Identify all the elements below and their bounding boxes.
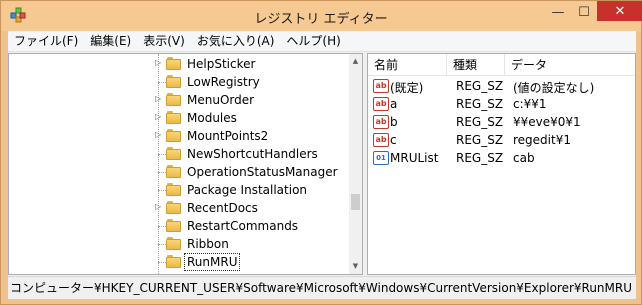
- scroll-up-icon[interactable]: ▲: [349, 54, 362, 69]
- scroll-down-icon[interactable]: ▼: [349, 259, 362, 274]
- value-name: (既定): [390, 81, 424, 95]
- regedit-window: レジストリ エディター — ☐ ✕ ファイル(F) 編集(E) 表示(V) お気…: [0, 0, 642, 305]
- key-tree-pane[interactable]: ▷ HelpSticker LowRegistry ▷ MenuOrder ▷ Module…: [8, 53, 363, 275]
- tree-item[interactable]: RunMRU: [9, 253, 349, 271]
- tree-guide-line: [158, 154, 166, 155]
- tree-item[interactable]: ▷ HelpSticker: [9, 55, 349, 73]
- folder-icon: [166, 237, 182, 250]
- tree-guide-line: [158, 82, 166, 83]
- folder-icon: [166, 219, 182, 232]
- value-data: regedit¥1: [513, 133, 571, 147]
- value-data: cab: [513, 151, 535, 165]
- string-value-icon: ab: [373, 115, 389, 129]
- tree-item[interactable]: OperationStatusManager: [9, 163, 349, 181]
- menu-help[interactable]: ヘルプ(H): [280, 31, 346, 52]
- maximize-button[interactable]: ☐: [571, 2, 597, 22]
- key-tree: ▷ HelpSticker LowRegistry ▷ MenuOrder ▷ Module…: [9, 54, 349, 274]
- menu-favorites[interactable]: お気に入り(A): [191, 31, 281, 52]
- value-data: c:¥¥1: [513, 97, 547, 111]
- binary-value-icon: 01: [373, 151, 389, 165]
- value-row[interactable]: 01 MRUList REG_SZ cab: [368, 149, 635, 168]
- value-data: ¥¥eve¥0¥1: [513, 115, 581, 129]
- folder-icon: [166, 147, 182, 160]
- tree-guide-line: [158, 244, 166, 245]
- value-row[interactable]: ab (既定) REG_SZ (値の設定なし): [368, 77, 635, 96]
- value-type: REG_SZ: [456, 97, 504, 111]
- tree-item-label: RestartCommands: [187, 219, 299, 233]
- tree-guide-line: [158, 226, 166, 227]
- tree-item-label: RunMRU: [184, 253, 241, 271]
- tree-item[interactable]: ▷ MountPoints2: [9, 127, 349, 145]
- title-bar[interactable]: レジストリ エディター — ☐ ✕: [1, 1, 642, 31]
- value-name: MRUList: [390, 151, 439, 165]
- tree-item-label: NewShortcutHandlers: [187, 147, 318, 161]
- tree-item-label: HelpSticker: [187, 57, 256, 71]
- menu-bar: ファイル(F) 編集(E) 表示(V) お気に入り(A) ヘルプ(H): [8, 31, 636, 52]
- expand-arrow-icon[interactable]: ▷: [155, 94, 161, 103]
- scroll-thumb[interactable]: [351, 194, 360, 210]
- folder-icon: [166, 111, 182, 124]
- value-row[interactable]: ab b REG_SZ ¥¥eve¥0¥1: [368, 113, 635, 132]
- tree-item-label: MenuOrder: [187, 93, 255, 107]
- tree-item[interactable]: RestartCommands: [9, 217, 349, 235]
- tree-item-label: OperationStatusManager: [187, 165, 338, 179]
- expand-arrow-icon[interactable]: ▷: [155, 58, 161, 67]
- tree-guide-line: [158, 190, 166, 191]
- string-value-icon: ab: [373, 79, 389, 93]
- tree-item[interactable]: Package Installation: [9, 181, 349, 199]
- tree-item[interactable]: ▷ Modules: [9, 109, 349, 127]
- tree-item[interactable]: ▷ MenuOrder: [9, 91, 349, 109]
- column-name-header[interactable]: 名前: [368, 54, 446, 76]
- tree-item-label: LowRegistry: [187, 75, 260, 89]
- folder-icon: [166, 201, 182, 214]
- tree-item[interactable]: Ribbon: [9, 235, 349, 253]
- tree-item[interactable]: ▷ RecentDocs: [9, 199, 349, 217]
- folder-icon: [166, 165, 182, 178]
- menu-edit[interactable]: 編集(E): [84, 31, 137, 52]
- folder-icon: [166, 129, 182, 142]
- folder-icon: [166, 75, 182, 88]
- value-name: c: [390, 133, 397, 147]
- tree-item[interactable]: LowRegistry: [9, 73, 349, 91]
- client-area: ファイル(F) 編集(E) 表示(V) お気に入り(A) ヘルプ(H) ▷ Hel…: [8, 31, 636, 299]
- status-bar-path: コンピューター¥HKEY_CURRENT_USER¥Software¥Micro…: [8, 276, 636, 299]
- string-value-icon: ab: [373, 133, 389, 147]
- folder-icon: [166, 57, 182, 70]
- tree-item-label: MountPoints2: [187, 129, 269, 143]
- value-row[interactable]: ab a REG_SZ c:¥¥1: [368, 95, 635, 114]
- value-type: REG_SZ: [456, 115, 504, 129]
- list-header: 名前 種類 データ: [368, 54, 635, 76]
- folder-icon: [166, 183, 182, 196]
- value-row[interactable]: ab c REG_SZ regedit¥1: [368, 131, 635, 150]
- tree-item[interactable]: NewShortcutHandlers: [9, 145, 349, 163]
- column-type-header[interactable]: 種類: [447, 54, 504, 76]
- tree-item-label: Modules: [187, 111, 237, 125]
- expand-arrow-icon[interactable]: ▷: [155, 130, 161, 139]
- value-type: REG_SZ: [456, 133, 504, 147]
- value-data: (値の設定なし): [513, 81, 595, 95]
- menu-file[interactable]: ファイル(F): [8, 31, 84, 52]
- menu-view[interactable]: 表示(V): [137, 31, 191, 52]
- tree-guide-line: [158, 172, 166, 173]
- folder-icon: [166, 93, 182, 106]
- value-name: a: [390, 97, 398, 111]
- expand-arrow-icon[interactable]: ▷: [155, 112, 161, 121]
- value-list-pane[interactable]: 名前 種類 データ ab (既定) REG_SZ (値の設定なし) ab a REG_SZ c…: [367, 53, 636, 275]
- tree-guide-line: [158, 262, 166, 263]
- folder-icon: [166, 255, 182, 268]
- value-name: b: [390, 115, 398, 129]
- expand-arrow-icon[interactable]: ▷: [155, 202, 161, 211]
- string-value-icon: ab: [373, 97, 389, 111]
- value-type: REG_SZ: [456, 151, 504, 165]
- close-button[interactable]: ✕: [597, 1, 642, 21]
- minimize-button[interactable]: —: [545, 2, 571, 22]
- tree-item-label: RecentDocs: [187, 201, 258, 215]
- column-data-header[interactable]: データ: [505, 54, 635, 76]
- tree-scrollbar[interactable]: ▲ ▼: [349, 54, 362, 274]
- tree-item-label: Ribbon: [187, 237, 229, 251]
- value-type: REG_SZ: [456, 79, 504, 93]
- tree-item-label: Package Installation: [187, 183, 308, 197]
